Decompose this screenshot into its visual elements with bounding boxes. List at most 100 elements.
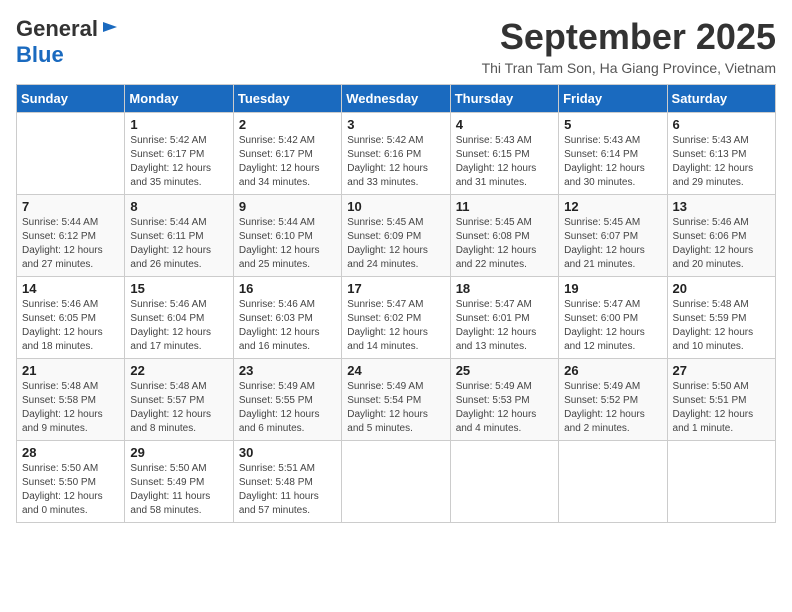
day-number: 15 [130, 281, 227, 296]
day-info: Sunrise: 5:46 AM Sunset: 6:05 PM Dayligh… [22, 298, 119, 354]
day-number: 3 [347, 117, 444, 132]
day-number: 9 [239, 199, 336, 214]
day-number: 8 [130, 199, 227, 214]
calendar-cell: 6Sunrise: 5:43 AM Sunset: 6:13 PM Daylig… [667, 113, 775, 195]
day-info: Sunrise: 5:45 AM Sunset: 6:09 PM Dayligh… [347, 216, 444, 272]
calendar-cell: 9Sunrise: 5:44 AM Sunset: 6:10 PM Daylig… [233, 195, 341, 277]
day-info: Sunrise: 5:45 AM Sunset: 6:07 PM Dayligh… [564, 216, 661, 272]
day-info: Sunrise: 5:49 AM Sunset: 5:54 PM Dayligh… [347, 380, 444, 436]
day-number: 10 [347, 199, 444, 214]
calendar-cell: 14 Sunrise: 5:46 AM Sunset: 6:05 PM Dayli… [17, 277, 125, 359]
day-number: 7 [22, 199, 119, 214]
calendar-week-row: 7 Sunrise: 5:44 AM Sunset: 6:12 PM Daylig… [17, 195, 776, 277]
calendar-cell: 28Sunrise: 5:50 AM Sunset: 5:50 PM Dayli… [17, 441, 125, 523]
calendar-cell: 21Sunrise: 5:48 AM Sunset: 5:58 PM Dayli… [17, 359, 125, 441]
day-info: Sunrise: 5:50 AM Sunset: 5:50 PM Dayligh… [22, 462, 119, 518]
weekday-header-tuesday: Tuesday [233, 85, 341, 113]
day-info: Sunrise: 5:49 AM Sunset: 5:53 PM Dayligh… [456, 380, 553, 436]
calendar-cell: 29 Sunrise: 5:50 AM Sunset: 5:49 PM Dayli… [125, 441, 233, 523]
day-number: 30 [239, 445, 336, 460]
calendar-cell [17, 113, 125, 195]
day-number: 12 [564, 199, 661, 214]
weekday-header-wednesday: Wednesday [342, 85, 450, 113]
day-number: 19 [564, 281, 661, 296]
calendar-cell [667, 441, 775, 523]
day-info: Sunrise: 5:44 AM Sunset: 6:12 PM Dayligh… [22, 216, 119, 272]
calendar-cell: 1Sunrise: 5:42 AM Sunset: 6:17 PM Daylig… [125, 113, 233, 195]
day-info: Sunrise: 5:47 AM Sunset: 6:02 PM Dayligh… [347, 298, 444, 354]
day-number: 22 [130, 363, 227, 378]
calendar-cell: 26 Sunrise: 5:49 AM Sunset: 5:52 PM Dayli… [559, 359, 667, 441]
day-info: Sunrise: 5:50 AM Sunset: 5:51 PM Dayligh… [673, 380, 770, 436]
day-number: 11 [456, 199, 553, 214]
weekday-header-friday: Friday [559, 85, 667, 113]
day-number: 20 [673, 281, 770, 296]
day-number: 5 [564, 117, 661, 132]
day-info: Sunrise: 5:42 AM Sunset: 6:17 PM Dayligh… [130, 134, 227, 190]
calendar-cell: 10 Sunrise: 5:45 AM Sunset: 6:09 PM Dayli… [342, 195, 450, 277]
day-number: 23 [239, 363, 336, 378]
day-number: 2 [239, 117, 336, 132]
calendar-cell: 16Sunrise: 5:46 AM Sunset: 6:03 PM Dayli… [233, 277, 341, 359]
day-number: 24 [347, 363, 444, 378]
calendar-cell [342, 441, 450, 523]
calendar-cell [450, 441, 558, 523]
day-info: Sunrise: 5:49 AM Sunset: 5:52 PM Dayligh… [564, 380, 661, 436]
day-info: Sunrise: 5:50 AM Sunset: 5:49 PM Dayligh… [130, 462, 227, 518]
calendar-cell: 12 Sunrise: 5:45 AM Sunset: 6:07 PM Dayli… [559, 195, 667, 277]
day-info: Sunrise: 5:43 AM Sunset: 6:15 PM Dayligh… [456, 134, 553, 190]
day-number: 29 [130, 445, 227, 460]
calendar-cell: 17 Sunrise: 5:47 AM Sunset: 6:02 PM Dayli… [342, 277, 450, 359]
logo-text-general: General [16, 16, 98, 42]
day-info: Sunrise: 5:43 AM Sunset: 6:13 PM Dayligh… [673, 134, 770, 190]
page-header: General Blue September 2025 Thi Tran Tam… [16, 16, 776, 76]
day-info: Sunrise: 5:46 AM Sunset: 6:06 PM Dayligh… [673, 216, 770, 272]
weekday-header-sunday: Sunday [17, 85, 125, 113]
day-info: Sunrise: 5:48 AM Sunset: 5:59 PM Dayligh… [673, 298, 770, 354]
day-number: 18 [456, 281, 553, 296]
weekday-header-row: SundayMondayTuesdayWednesdayThursdayFrid… [17, 85, 776, 113]
calendar-cell [559, 441, 667, 523]
day-number: 25 [456, 363, 553, 378]
calendar-week-row: 14 Sunrise: 5:46 AM Sunset: 6:05 PM Dayli… [17, 277, 776, 359]
day-info: Sunrise: 5:45 AM Sunset: 6:08 PM Dayligh… [456, 216, 553, 272]
day-info: Sunrise: 5:42 AM Sunset: 6:16 PM Dayligh… [347, 134, 444, 190]
calendar-cell: 19 Sunrise: 5:47 AM Sunset: 6:00 PM Dayli… [559, 277, 667, 359]
day-number: 21 [22, 363, 119, 378]
calendar-week-row: 1Sunrise: 5:42 AM Sunset: 6:17 PM Daylig… [17, 113, 776, 195]
day-info: Sunrise: 5:46 AM Sunset: 6:03 PM Dayligh… [239, 298, 336, 354]
calendar-cell: 25 Sunrise: 5:49 AM Sunset: 5:53 PM Dayli… [450, 359, 558, 441]
day-number: 13 [673, 199, 770, 214]
calendar-cell: 11 Sunrise: 5:45 AM Sunset: 6:08 PM Dayli… [450, 195, 558, 277]
day-info: Sunrise: 5:46 AM Sunset: 6:04 PM Dayligh… [130, 298, 227, 354]
day-number: 27 [673, 363, 770, 378]
title-block: September 2025 Thi Tran Tam Son, Ha Gian… [482, 16, 776, 76]
day-number: 26 [564, 363, 661, 378]
calendar-cell: 4 Sunrise: 5:43 AM Sunset: 6:15 PM Daylig… [450, 113, 558, 195]
weekday-header-thursday: Thursday [450, 85, 558, 113]
day-info: Sunrise: 5:44 AM Sunset: 6:11 PM Dayligh… [130, 216, 227, 272]
day-number: 4 [456, 117, 553, 132]
day-info: Sunrise: 5:42 AM Sunset: 6:17 PM Dayligh… [239, 134, 336, 190]
calendar-cell: 7 Sunrise: 5:44 AM Sunset: 6:12 PM Daylig… [17, 195, 125, 277]
calendar-cell: 15 Sunrise: 5:46 AM Sunset: 6:04 PM Dayli… [125, 277, 233, 359]
calendar-cell: 23 Sunrise: 5:49 AM Sunset: 5:55 PM Dayli… [233, 359, 341, 441]
day-info: Sunrise: 5:49 AM Sunset: 5:55 PM Dayligh… [239, 380, 336, 436]
day-number: 14 [22, 281, 119, 296]
day-info: Sunrise: 5:47 AM Sunset: 6:01 PM Dayligh… [456, 298, 553, 354]
calendar-cell: 5 Sunrise: 5:43 AM Sunset: 6:14 PM Daylig… [559, 113, 667, 195]
day-number: 17 [347, 281, 444, 296]
calendar-cell: 13 Sunrise: 5:46 AM Sunset: 6:06 PM Dayli… [667, 195, 775, 277]
calendar-cell: 8 Sunrise: 5:44 AM Sunset: 6:11 PM Daylig… [125, 195, 233, 277]
weekday-header-monday: Monday [125, 85, 233, 113]
calendar-cell: 3 Sunrise: 5:42 AM Sunset: 6:16 PM Daylig… [342, 113, 450, 195]
calendar-cell: 24 Sunrise: 5:49 AM Sunset: 5:54 PM Dayli… [342, 359, 450, 441]
day-info: Sunrise: 5:43 AM Sunset: 6:14 PM Dayligh… [564, 134, 661, 190]
calendar-cell: 22Sunrise: 5:48 AM Sunset: 5:57 PM Dayli… [125, 359, 233, 441]
location-subtitle: Thi Tran Tam Son, Ha Giang Province, Vie… [482, 60, 776, 76]
calendar-cell: 30 Sunrise: 5:51 AM Sunset: 5:48 PM Dayli… [233, 441, 341, 523]
logo: General Blue [16, 16, 119, 68]
day-info: Sunrise: 5:51 AM Sunset: 5:48 PM Dayligh… [239, 462, 336, 518]
day-info: Sunrise: 5:47 AM Sunset: 6:00 PM Dayligh… [564, 298, 661, 354]
weekday-header-saturday: Saturday [667, 85, 775, 113]
